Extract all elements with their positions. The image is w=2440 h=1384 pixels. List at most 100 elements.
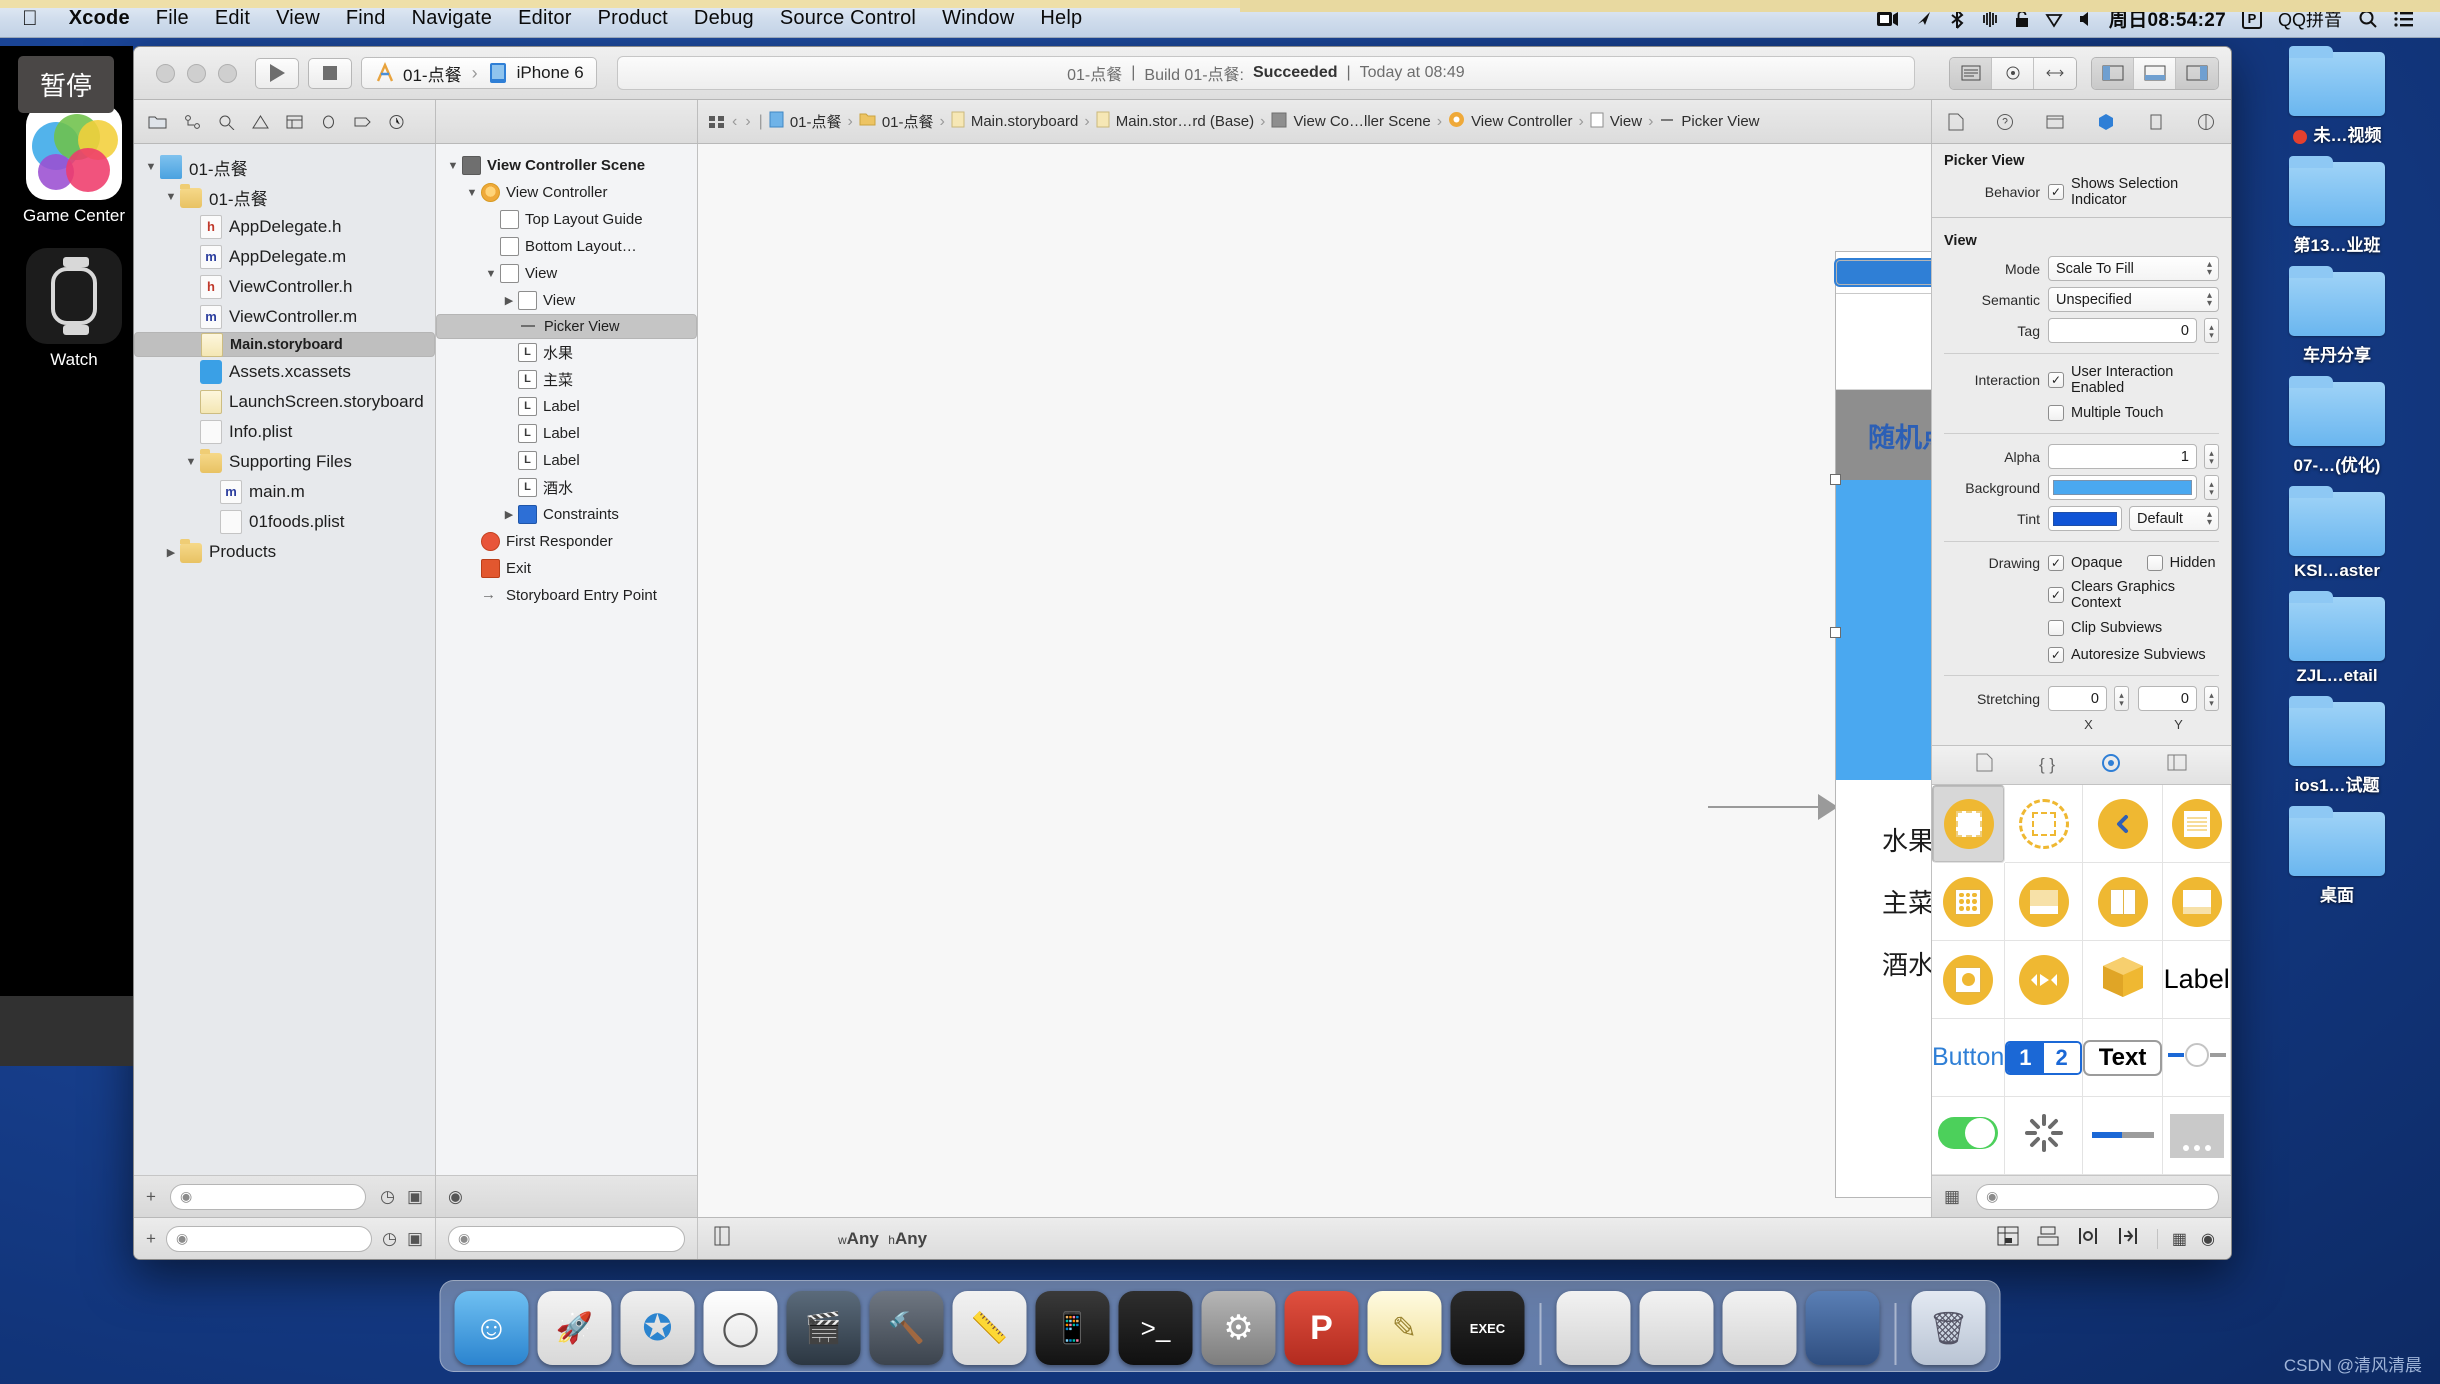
checkbox-icon[interactable]: ✓ xyxy=(2048,184,2064,200)
menu-item-help[interactable]: Help xyxy=(1027,7,1095,30)
dash-icon[interactable]: P xyxy=(1284,1291,1359,1365)
stop-button[interactable] xyxy=(308,57,352,89)
tag-stepper[interactable]: ▴ ▾ xyxy=(2204,318,2219,343)
related-items-icon[interactable] xyxy=(708,114,726,130)
stretching-y-input[interactable]: 0 xyxy=(2138,686,2197,711)
game-center-icon[interactable] xyxy=(26,104,122,200)
object-library-toggle-icon[interactable]: ▦ xyxy=(2172,1229,2187,1249)
system-preferences-icon[interactable]: ⚙ xyxy=(1201,1291,1276,1365)
breadcrumb-item-scene[interactable]: View Co…ller Scene xyxy=(1271,112,1431,132)
checkbox-icon[interactable]: ✓ xyxy=(2048,646,2064,663)
tree-row-products[interactable]: ▶ Products xyxy=(134,537,435,567)
warning-icon[interactable] xyxy=(252,114,269,130)
outline-row-label-1[interactable]: L Label xyxy=(436,393,697,420)
twisty-icon[interactable]: ▼ xyxy=(482,268,500,280)
breadcrumb-item-storyboard[interactable]: Main.storyboard xyxy=(951,111,1078,132)
desktop-icon[interactable]: KSI…aster xyxy=(2252,486,2422,581)
navigator-filter-input[interactable]: ◉ xyxy=(165,1225,373,1252)
clip-subviews-control[interactable]: Clip Subviews xyxy=(2048,619,2219,636)
hide-navigator-icon[interactable] xyxy=(2092,57,2134,89)
notification-center-icon[interactable] xyxy=(2394,10,2414,28)
menu-item-navigate[interactable]: Navigate xyxy=(399,7,506,30)
tree-row-launchscreen[interactable]: LaunchScreen.storyboard xyxy=(134,387,435,417)
breadcrumb-item-project[interactable]: 01-点餐 xyxy=(769,111,842,132)
outline-row-first-responder[interactable]: First Responder xyxy=(436,528,697,555)
mouse-utility-icon[interactable]: ◯ xyxy=(703,1291,778,1365)
outline-row-label-fruit[interactable]: L 水果 xyxy=(436,339,697,366)
library-filter-icon[interactable]: ◉ xyxy=(2201,1229,2215,1249)
tree-row-info-plist[interactable]: Info.plist xyxy=(134,417,435,447)
library-item-player-view[interactable] xyxy=(2005,941,2083,1019)
twisty-icon[interactable]: ▼ xyxy=(182,456,200,468)
connections-inspector-icon[interactable] xyxy=(2197,113,2215,131)
checkbox-icon[interactable]: ✓ xyxy=(2048,554,2064,571)
view-controller-scene-canvas[interactable]: 随机点餐 点餐系统 Mountain View 水果 Label xyxy=(1830,251,1931,1198)
outline-row-view-controller[interactable]: ▼ View Controller xyxy=(436,179,697,206)
window4-icon[interactable] xyxy=(1805,1291,1880,1365)
scheme-selector[interactable]: 01-点餐 › iPhone 6 xyxy=(361,57,597,89)
desktop-icon[interactable]: 车丹分享 xyxy=(2252,266,2422,366)
shows-selection-indicator-control[interactable]: ✓ Shows Selection Indicator xyxy=(2048,176,2219,208)
library-item-tab-bar[interactable] xyxy=(2163,863,2231,941)
minimize-window-button[interactable] xyxy=(187,63,206,83)
outline-row-scene[interactable]: ▼ View Controller Scene xyxy=(436,152,697,179)
align-icon[interactable] xyxy=(1997,1226,2019,1251)
watch-icon[interactable] xyxy=(26,248,122,344)
menu-item-editor[interactable]: Editor xyxy=(505,7,584,30)
report-icon[interactable] xyxy=(388,114,405,130)
library-item-activity-indicator[interactable] xyxy=(2005,1097,2083,1175)
library-grid-view-icon[interactable]: ▦ xyxy=(1944,1187,1960,1207)
tree-row-assets[interactable]: Assets.xcassets xyxy=(134,357,435,387)
file-template-library-icon[interactable] xyxy=(1976,753,1993,777)
attributes-inspector-icon[interactable] xyxy=(2097,113,2115,131)
size-class-indicator[interactable]: wAny hAny xyxy=(838,1229,927,1249)
alpha-input[interactable]: 1 xyxy=(2048,444,2197,469)
checkbox-icon[interactable] xyxy=(2048,404,2064,421)
tree-row-supporting-files[interactable]: ▼ Supporting Files xyxy=(134,447,435,477)
background-stepper[interactable]: ▴ ▾ xyxy=(2204,475,2219,500)
library-item-text-field[interactable]: Text xyxy=(2082,1019,2164,1097)
screen-record-icon[interactable] xyxy=(1876,11,1899,27)
object-library-icon[interactable] xyxy=(2101,753,2121,778)
breadcrumb-item-picker-view[interactable]: Picker View xyxy=(1659,112,1760,132)
checkbox-icon[interactable]: ✓ xyxy=(2048,372,2064,388)
search-icon[interactable] xyxy=(218,114,235,130)
vpn-icon[interactable] xyxy=(1981,10,1999,28)
tree-row-01foods-plist[interactable]: 01foods.plist xyxy=(134,507,435,537)
code-snippet-library-icon[interactable]: { } xyxy=(2039,755,2055,775)
desktop-icon[interactable]: ios1…试题 xyxy=(2252,696,2422,796)
back-chevron-icon[interactable]: ‹ xyxy=(732,113,737,131)
window2-icon[interactable] xyxy=(1639,1291,1714,1365)
launchpad-icon[interactable]: 🚀 xyxy=(537,1291,612,1365)
standard-editor-icon[interactable] xyxy=(1950,57,1992,89)
simulator-overlay[interactable]: Game Center Watch xyxy=(0,46,133,1066)
multiple-touch-control[interactable]: Multiple Touch xyxy=(2048,404,2219,421)
library-item-navigation-bar[interactable] xyxy=(2082,785,2164,863)
shield-icon[interactable] xyxy=(2045,10,2063,28)
twisty-icon[interactable]: ▼ xyxy=(142,161,160,173)
filter-icon[interactable]: ◉ xyxy=(448,1187,463,1207)
checkbox-icon[interactable] xyxy=(2146,554,2163,571)
stretching-x-input[interactable]: 0 xyxy=(2048,686,2107,711)
tint-color-well[interactable] xyxy=(2048,506,2122,531)
lock-icon[interactable] xyxy=(2015,10,2029,28)
library-item-progress-view[interactable] xyxy=(2082,1097,2164,1175)
test-icon[interactable] xyxy=(286,114,303,130)
quick-help-icon[interactable] xyxy=(1996,113,2014,131)
opaque-control[interactable]: ✓ Opaque xyxy=(2048,554,2123,571)
hidden-control[interactable]: Hidden xyxy=(2146,554,2216,571)
hide-debug-icon[interactable] xyxy=(2134,57,2176,89)
safari-icon[interactable]: ✪ xyxy=(620,1291,695,1365)
library-item-scene-kit-view[interactable] xyxy=(2082,941,2164,1019)
outline-row-label-main[interactable]: L 主菜 xyxy=(436,366,697,393)
library-item-segmented-control[interactable]: 1 2 xyxy=(2005,1019,2083,1097)
outline-row-exit[interactable]: Exit xyxy=(436,555,697,582)
label-row[interactable]: 酒水 Label xyxy=(1836,932,1931,994)
alpha-stepper[interactable]: ▴ ▾ xyxy=(2204,444,2219,469)
iphone-simulator-icon[interactable]: 📱 xyxy=(1035,1291,1110,1365)
airplay-icon[interactable] xyxy=(1915,10,1933,28)
recent-icon[interactable]: ◷ xyxy=(380,1187,395,1207)
navigation-bar[interactable]: 随机点餐 点餐系统 xyxy=(1836,390,1931,480)
media-library-icon[interactable] xyxy=(2167,754,2187,776)
desktop-icon[interactable]: 未…视频 xyxy=(2252,46,2422,146)
